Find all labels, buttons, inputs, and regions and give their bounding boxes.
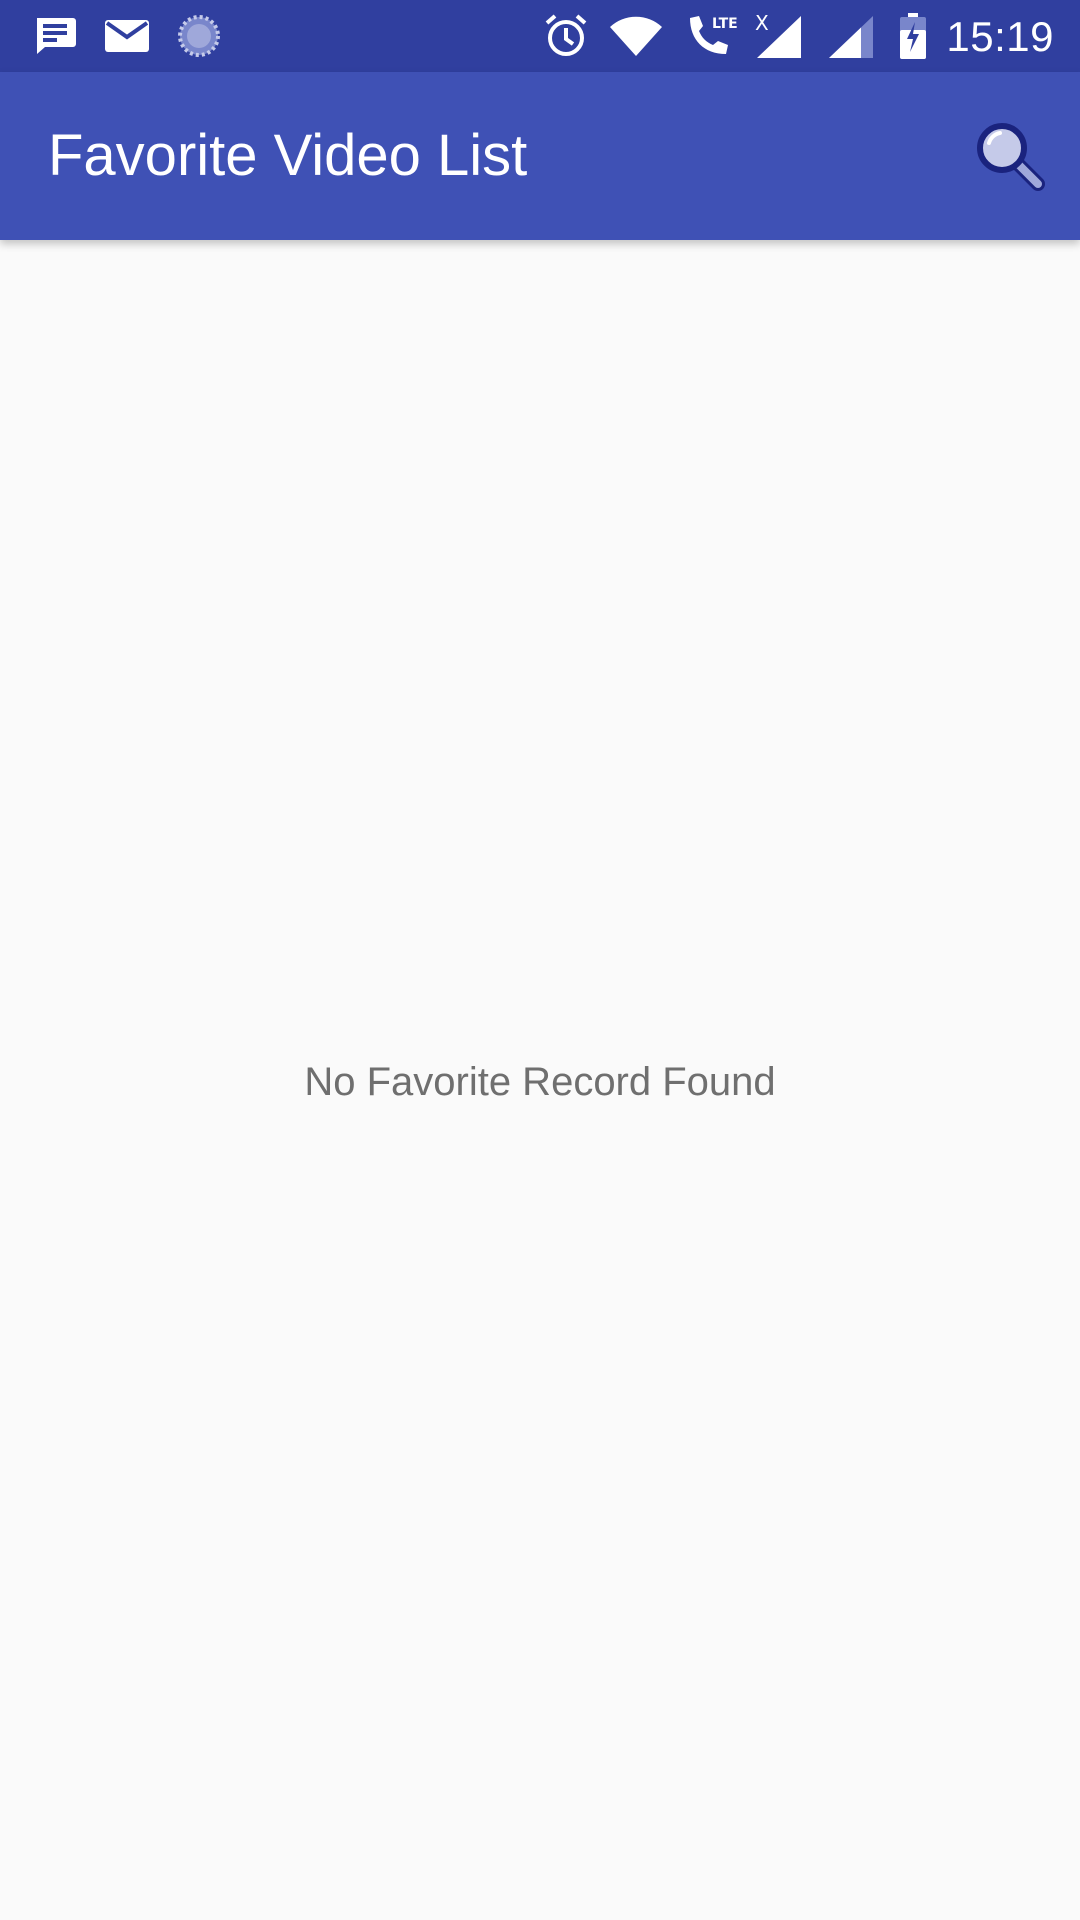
app-bar: Favorite Video List [0, 72, 1080, 240]
no-sim-mark: X [755, 12, 769, 35]
wifi-icon [606, 0, 666, 72]
signal-icon [826, 0, 876, 72]
mail-icon [102, 0, 152, 72]
signal-icon: X [754, 0, 804, 72]
battery-charging-icon [896, 0, 930, 72]
search-button[interactable] [960, 106, 1060, 206]
empty-state-message: No Favorite Record Found [304, 1060, 776, 1104]
favorites-list: No Favorite Record Found [0, 240, 1080, 1920]
lte-call-icon: LTE [682, 0, 748, 72]
notes-icon [30, 0, 80, 72]
search-icon [977, 123, 1045, 191]
status-bar: LTE X 15:19 [0, 0, 1080, 72]
status-time: 15:19 [946, 13, 1054, 60]
page-title: Favorite Video List [48, 123, 528, 188]
lte-label: LTE [712, 16, 738, 32]
sync-progress-icon [174, 0, 224, 72]
alarm-icon [540, 0, 592, 72]
